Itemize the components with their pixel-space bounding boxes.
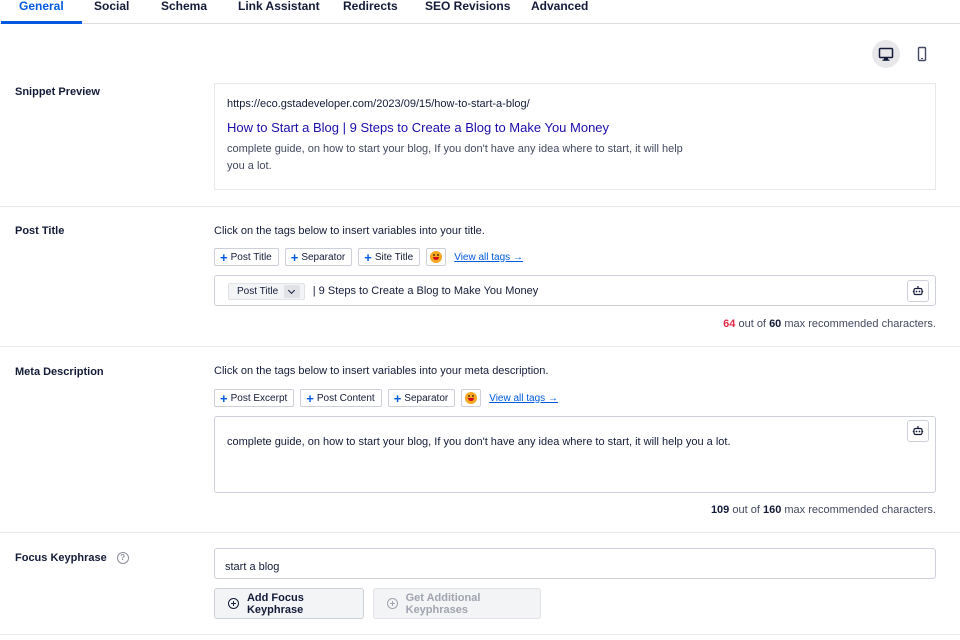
divider (0, 206, 960, 207)
title-char-max: 60 (769, 318, 782, 330)
snippet-description: complete guide, on how to start your blo… (227, 143, 683, 172)
meta-description-hint: Click on the tags below to insert variab… (214, 365, 549, 377)
chevron-down-icon[interactable] (284, 285, 301, 298)
divider (0, 346, 960, 347)
meta-description-character-counter: 109 out of 160 max recommended character… (711, 504, 936, 516)
tag-post-title-button[interactable]: + Post Title (214, 248, 279, 266)
desktop-preview-button[interactable] (872, 40, 900, 68)
meta-description-tags: + Post Excerpt + Post Content + Separator V… (214, 389, 558, 407)
post-title-character-counter: 64 out of 60 max recommended characters. (723, 318, 936, 330)
desktop-icon (878, 47, 894, 61)
snippet-preview: https://eco.gstadeveloper.com/2023/09/15… (214, 83, 936, 190)
get-additional-keyphrases-button[interactable]: Get Additional Keyphrases (373, 588, 541, 619)
counter-suffix: max recommended characters. (784, 504, 936, 516)
focus-keyphrase-label-text: Focus Keyphrase (15, 552, 107, 564)
help-icon[interactable]: ? (116, 552, 129, 565)
emoji-button[interactable] (426, 248, 447, 266)
mobile-preview-button[interactable] (908, 40, 936, 68)
post-title-hint: Click on the tags below to insert variab… (214, 225, 485, 237)
divider (0, 634, 960, 635)
post-title-label: Post Title (15, 225, 65, 237)
ai-generate-title-button[interactable] (907, 280, 929, 302)
post-title-variable-pill[interactable]: Post Title (228, 283, 306, 300)
add-focus-keyphrase-button[interactable]: Add Focus Keyphrase (214, 588, 364, 619)
tag-post-content-button[interactable]: + Post Content (300, 389, 382, 407)
tag-label: Post Title (230, 251, 272, 263)
snippet-preview-label: Snippet Preview (15, 86, 100, 98)
focus-keyphrase-label: Focus Keyphrase? (15, 552, 129, 565)
focus-keyphrase-value: start a blog (225, 561, 280, 573)
plus-icon: + (306, 390, 314, 406)
button-label: Get Additional Keyphrases (405, 591, 481, 616)
button-label: Add Focus Keyphrase (246, 591, 304, 616)
mobile-icon (917, 46, 927, 62)
tag-label: Separator (301, 251, 346, 263)
tag-label: Post Excerpt (230, 392, 288, 404)
plus-icon: + (364, 249, 372, 265)
tag-label: Post Content (316, 392, 375, 404)
counter-text: out of (738, 318, 766, 330)
counter-suffix: max recommended characters. (784, 318, 936, 330)
plus-circle-icon (387, 598, 398, 609)
meta-description-label: Meta Description (15, 366, 104, 378)
view-all-tags-link[interactable]: View all tags → (454, 252, 523, 263)
tag-separator-button[interactable]: + Separator (387, 389, 456, 407)
focus-keyphrase-input[interactable]: start a blog (214, 548, 936, 579)
tab-advanced[interactable]: Advanced (531, 0, 588, 24)
plus-icon: + (220, 249, 228, 265)
post-title-tags: + Post Title + Separator + Site Title View … (214, 248, 523, 266)
meta-description-field[interactable]: complete guide, on how to start your blo… (214, 416, 936, 493)
tab-redirects[interactable]: Redirects (343, 0, 398, 24)
tab-social[interactable]: Social (94, 0, 129, 24)
tag-separator-button[interactable]: + Separator (284, 248, 353, 266)
tab-link-assistant[interactable]: Link Assistant (238, 0, 320, 24)
tab-seo-revisions[interactable]: SEO Revisions (425, 0, 510, 24)
snippet-title: How to Start a Blog | 9 Steps to Create … (227, 120, 610, 135)
post-title-value: | 9 Steps to Create a Blog to Make You M… (312, 285, 539, 297)
tab-schema[interactable]: Schema (161, 0, 207, 24)
robot-icon (912, 286, 924, 296)
plus-circle-icon (228, 598, 239, 609)
title-char-count: 64 (723, 318, 736, 330)
snippet-url: https://eco.gstadeveloper.com/2023/09/15… (227, 98, 530, 110)
settings-tabs: General Social Schema Link Assistant Red… (0, 0, 960, 24)
emoji-button[interactable] (461, 389, 482, 407)
tag-site-title-button[interactable]: + Site Title (358, 248, 421, 266)
plus-icon: + (393, 390, 402, 406)
plus-icon: + (290, 249, 299, 265)
view-all-tags-link[interactable]: View all tags → (489, 393, 558, 404)
post-title-field[interactable]: Post Title | 9 Steps to Create a Blog to… (214, 275, 936, 306)
tag-label: Site Title (374, 251, 414, 263)
ai-generate-description-button[interactable] (907, 420, 929, 442)
robot-icon (912, 426, 924, 436)
tag-post-excerpt-button[interactable]: + Post Excerpt (214, 389, 295, 407)
description-char-max: 160 (762, 504, 782, 516)
emoji-icon (465, 392, 478, 404)
description-char-count: 109 (710, 504, 730, 516)
tag-label: Separator (404, 392, 449, 404)
counter-text: out of (732, 504, 760, 516)
plus-icon: + (220, 390, 228, 406)
emoji-icon (430, 251, 443, 263)
divider (0, 532, 960, 533)
pill-label: Post Title (237, 286, 279, 297)
meta-description-value: complete guide, on how to start your blo… (227, 436, 731, 448)
tab-general[interactable]: General (1, 0, 82, 24)
